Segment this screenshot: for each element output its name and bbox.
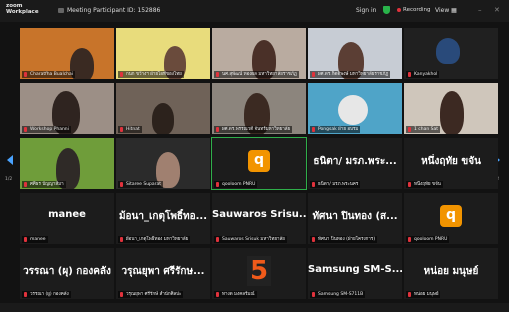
zoom-q-avatar-icon: q bbox=[248, 150, 270, 172]
participant-tile[interactable]: 5 ทางด มงคลร์มณ์ bbox=[212, 248, 306, 299]
participant-tile[interactable]: Pongsak ฝ่าย อบรม bbox=[308, 83, 402, 134]
participant-name: qooloom PNRU bbox=[214, 181, 258, 188]
participant-name: Hitnat bbox=[118, 126, 142, 133]
previous-page-icon[interactable] bbox=[7, 155, 13, 165]
participant-name: Samsung SM-S711B bbox=[310, 291, 366, 298]
participant-tile[interactable]: วรุณยุพา ศรีรักษ... วรุณยุพา ศรีรักษ์ สำ… bbox=[116, 248, 210, 299]
participant-display-name: manee bbox=[48, 209, 86, 220]
participant-name: Sitaree Suparat bbox=[118, 181, 164, 188]
title-bar: zoom Workplace Meeting Participant ID: 1… bbox=[0, 0, 509, 22]
participant-name: qooloom PNRU bbox=[406, 236, 450, 243]
participant-tile[interactable]: Sauwaros Srisu... Sauwaros Srisuk มหาวิท… bbox=[212, 193, 306, 244]
meeting-icon bbox=[58, 8, 64, 13]
participant-tile[interactable]: manee manee bbox=[20, 193, 114, 244]
page-indicator-left: 1/2 bbox=[5, 177, 13, 182]
participant-name: Kanyakhol bbox=[406, 71, 440, 78]
view-button[interactable]: View ▦ bbox=[435, 7, 457, 14]
participant-tile[interactable]: กนก ขว้างฯ ฝ่ายไอทีของไทย bbox=[116, 28, 210, 79]
participant-display-name: วรุณยุพา ศรีรักษ... bbox=[121, 266, 205, 277]
sign-in-button[interactable]: Sign in bbox=[356, 7, 376, 14]
participant-tile[interactable]: วรรณา (ผุ) กองคลัง วรรณา (ผู) กองคลัง bbox=[20, 248, 114, 299]
participant-display-name: ธนิตา/ มรภ.พระ... bbox=[313, 156, 397, 167]
participant-display-name: Sauwaros Srisu... bbox=[212, 209, 306, 220]
participant-tile[interactable]: ผศ.ดร.กิตติพงษ์ มหาวิทยาลัยราชภัฏ bbox=[308, 28, 402, 79]
participant-name: Workshop Phanni bbox=[22, 126, 71, 133]
participant-display-name: ทัศนา ปินทอง (ส... bbox=[312, 211, 398, 222]
recording-dot-icon bbox=[397, 7, 401, 12]
participant-tile[interactable]: นศ.สุพัฒน์ ทองผล มหาวิทยาลัยราชภัฏ bbox=[212, 28, 306, 79]
participant-tile[interactable]: q qooloom PNRU bbox=[404, 193, 498, 244]
participant-tile[interactable]: Workshop Phanni bbox=[20, 83, 114, 134]
participant-display-name: วรรณา (ผุ) กองคลัง bbox=[23, 266, 111, 277]
participant-name: ศศิธร ปัญญาสีมา bbox=[22, 181, 66, 188]
participant-tile[interactable]: ศศิธร ปัญญาสีมา bbox=[20, 138, 114, 189]
recording-label: Recording bbox=[403, 7, 431, 13]
participant-name: ผ้อนา_เกตุโพธิ์ทอง มหาวิทยาลัย bbox=[118, 236, 191, 243]
number-five-avatar-icon: 5 bbox=[247, 256, 271, 286]
participant-video bbox=[152, 103, 174, 134]
participant-tile[interactable]: ธนิตา/ มรภ.พระ... ธนิตา/ มรภ.พระนคร bbox=[308, 138, 402, 189]
app-logo: zoom Workplace bbox=[6, 3, 39, 15]
participant-name: ธนิตา/ มรภ.พระนคร bbox=[310, 181, 361, 188]
participant-display-name: ม้อนา_เกตุโพธิ์ทอ... bbox=[118, 211, 208, 222]
participant-name: 1 chan Sat bbox=[406, 126, 441, 133]
participant-tile[interactable]: ทัศนา ปินทอง (ส... ทัศนา ปินทอง (ฝ่ายโคร… bbox=[308, 193, 402, 244]
participant-tile[interactable]: Hitnat bbox=[116, 83, 210, 134]
zoom-q-avatar-icon: q bbox=[440, 205, 462, 227]
participant-name: วรรณา (ผู) กองคลัง bbox=[22, 291, 71, 298]
participant-name: หนึ่งฤทัย ขจัน bbox=[406, 181, 443, 188]
participant-name: Charatfha Bualchai bbox=[22, 71, 76, 78]
participant-tile[interactable]: หนึ่งฤทัย ขจัน หนึ่งฤทัย ขจัน bbox=[404, 138, 498, 189]
participant-tile[interactable]: 1 chan Sat bbox=[404, 83, 498, 134]
participant-name: กนก ขว้างฯ ฝ่ายไอทีของไทย bbox=[118, 71, 184, 78]
participant-display-name: หน่อย มนุษย์ bbox=[423, 266, 479, 277]
participant-tile[interactable]: Sitaree Suparat bbox=[116, 138, 210, 189]
participant-video bbox=[440, 91, 464, 134]
participant-video bbox=[338, 95, 368, 125]
view-label: View bbox=[435, 7, 450, 14]
meeting-title-text: Meeting Participant ID: 152886 bbox=[67, 7, 161, 14]
participant-name: นศ.สุพัฒน์ ทองผล มหาวิทยาลัยราชภัฏ bbox=[214, 71, 299, 78]
participant-grid: Charatfha Bualchai กนก ขว้างฯ ฝ่ายไอทีขอ… bbox=[20, 28, 498, 300]
participant-tile[interactable]: Charatfha Bualchai bbox=[20, 28, 114, 79]
participant-name: ผศ.ดร.กิตติพงษ์ มหาวิทยาลัยราชภัฏ bbox=[310, 71, 391, 78]
participant-name: Pongsak ฝ่าย อบรม bbox=[310, 126, 361, 133]
participant-display-name: หนึ่งฤทัย ขจัน bbox=[421, 156, 481, 167]
participant-tile[interactable]: Samsung SM-S... Samsung SM-S711B bbox=[308, 248, 402, 299]
participant-name: ทัศนา ปินทอง (ฝ่ายโครงการ) bbox=[310, 236, 378, 243]
participant-name: วรุณยุพา ศรีรักษ์ สำนักศิลปะ bbox=[118, 291, 184, 298]
recording-indicator[interactable]: Recording bbox=[397, 7, 431, 13]
participant-tile[interactable]: หน่อย มนุษย์ หน่อย มนุษย์ bbox=[404, 248, 498, 299]
participant-name: ผศ.ดร.พรรณวดี จันทร์มหาวิทยาลัย bbox=[214, 126, 293, 133]
meeting-title: Meeting Participant ID: 152886 bbox=[58, 7, 160, 14]
shield-icon[interactable] bbox=[383, 6, 390, 14]
minimize-icon[interactable]: – bbox=[478, 6, 482, 14]
participant-name: manee bbox=[22, 236, 48, 243]
participant-tile-active-speaker[interactable]: q qooloom PNRU bbox=[211, 137, 307, 190]
participant-tile[interactable]: ผศ.ดร.พรรณวดี จันทร์มหาวิทยาลัย bbox=[212, 83, 306, 134]
participant-name: หน่อย มนุษย์ bbox=[406, 291, 441, 298]
close-icon[interactable]: ✕ bbox=[494, 6, 500, 14]
meeting-controls-bar bbox=[0, 303, 509, 312]
participant-tile[interactable]: Kanyakhol bbox=[404, 28, 498, 79]
participant-display-name: Samsung SM-S... bbox=[308, 264, 402, 275]
participant-name: Sauwaros Srisuk มหาวิทยาลัย bbox=[214, 236, 287, 243]
participant-tile[interactable]: ม้อนา_เกตุโพธิ์ทอ... ผ้อนา_เกตุโพธิ์ทอง … bbox=[116, 193, 210, 244]
participant-video bbox=[436, 38, 460, 64]
participant-name: ทางด มงคลร์มณ์ bbox=[214, 291, 257, 298]
